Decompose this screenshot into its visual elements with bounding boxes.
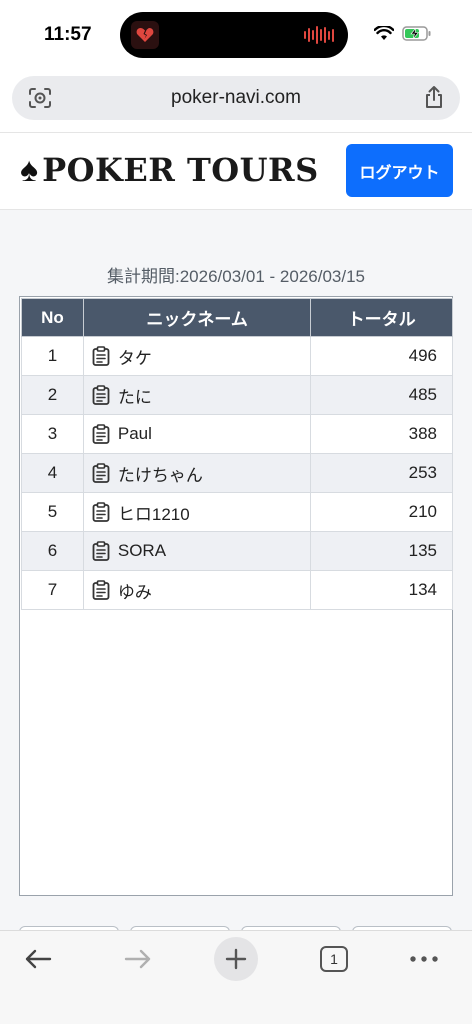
new-tab-button[interactable] — [214, 937, 258, 981]
status-icons — [374, 26, 432, 41]
table-row: 1 タケ 496 — [21, 336, 453, 376]
clipboard-icon[interactable] — [92, 385, 110, 405]
table-row: 5 ヒロ1210 210 — [21, 492, 453, 532]
ranking-table-body: 1 タケ 496 2 たに 485 3 Paul 388 4 たけちゃん 253 5 ヒロ1210 210 6… — [21, 336, 453, 610]
rank-number: 3 — [21, 414, 84, 454]
total-score: 210 — [310, 492, 453, 532]
nickname-cell: ゆみ — [82, 570, 312, 610]
browser-toolbar: 1 — [0, 930, 472, 1024]
more-icon — [410, 956, 438, 962]
nickname-text: タケ — [117, 348, 152, 368]
main-content: 集計期間:2026/03/01 - 2026/03/15 No ニックネーム ト… — [0, 210, 472, 940]
share-icon[interactable] — [424, 85, 444, 114]
nickname-cell: Paul — [82, 414, 312, 454]
nickname-text: たけちゃん — [117, 465, 203, 485]
logout-button[interactable]: ログアウト — [346, 144, 453, 197]
column-header-no[interactable]: No — [21, 298, 84, 337]
back-button[interactable] — [16, 937, 60, 981]
clipboard-icon[interactable] — [92, 463, 110, 483]
rank-number: 5 — [21, 492, 84, 532]
column-header-nickname[interactable]: ニックネーム — [82, 298, 312, 337]
arrow-right-icon — [124, 949, 151, 969]
total-score: 135 — [310, 531, 453, 571]
clipboard-icon[interactable] — [92, 502, 110, 522]
nickname-text: SORA — [117, 541, 167, 560]
rank-number: 6 — [21, 531, 84, 571]
nickname-text: ゆみ — [117, 582, 152, 602]
table-row: 3 Paul 388 — [21, 414, 453, 454]
forward-button[interactable] — [116, 937, 160, 981]
total-score: 496 — [310, 336, 453, 376]
table-row: 2 たに 485 — [21, 375, 453, 415]
clipboard-icon[interactable] — [92, 580, 110, 600]
site-logo[interactable]: ♠ POKER TOURS — [20, 151, 319, 189]
tab-count: 1 — [320, 946, 348, 972]
nickname-cell: たけちゃん — [82, 453, 312, 493]
table-row: 7 ゆみ 134 — [21, 570, 453, 610]
broken-heart-icon — [131, 21, 159, 49]
ranking-panel: No ニックネーム トータル 1 タケ 496 2 たに 485 3 Paul 388 4 たけちゃ… — [19, 296, 453, 896]
nickname-text: ヒロ1210 — [117, 504, 190, 524]
address-bar[interactable]: poker-navi.com — [12, 76, 460, 120]
table-header-row: No ニックネーム トータル — [21, 298, 453, 337]
rank-number: 2 — [21, 375, 84, 415]
nickname-cell: ヒロ1210 — [82, 492, 312, 532]
spade-icon: ♠ — [20, 151, 39, 189]
status-bar: 11:57 — [0, 0, 472, 70]
wifi-icon — [374, 26, 394, 40]
table-row: 4 たけちゃん 253 — [21, 453, 453, 493]
ranking-table: No ニックネーム トータル 1 タケ 496 2 たに 485 3 Paul 388 4 たけちゃ… — [21, 298, 453, 610]
site-header: ♠ POKER TOURS ログアウト — [0, 132, 472, 210]
clipboard-icon[interactable] — [92, 346, 110, 366]
nickname-cell: たに — [82, 375, 312, 415]
column-header-total[interactable]: トータル — [310, 298, 453, 337]
arrow-left-icon — [25, 949, 52, 969]
period-label: 集計期間:2026/03/01 - 2026/03/15 — [107, 267, 365, 286]
nickname-cell: SORA — [82, 531, 312, 571]
clipboard-icon[interactable] — [92, 541, 110, 561]
battery-charging-icon — [402, 26, 431, 41]
status-time: 11:57 — [44, 24, 92, 45]
url-text[interactable]: poker-navi.com — [12, 87, 460, 109]
table-row: 6 SORA 135 — [21, 531, 453, 571]
total-score: 253 — [310, 453, 453, 493]
nickname-cell: タケ — [82, 336, 312, 376]
total-score: 134 — [310, 570, 453, 610]
nickname-text: Paul — [117, 424, 152, 443]
plus-icon — [225, 948, 247, 970]
clipboard-icon[interactable] — [92, 424, 110, 444]
dynamic-island — [120, 12, 348, 58]
logo-text: POKER TOURS — [42, 151, 319, 189]
rank-number: 7 — [21, 570, 84, 610]
tabs-button[interactable]: 1 — [312, 937, 356, 981]
nickname-text: たに — [117, 387, 152, 407]
rank-number: 1 — [21, 336, 84, 376]
total-score: 485 — [310, 375, 453, 415]
rank-number: 4 — [21, 453, 84, 493]
more-button[interactable] — [402, 937, 446, 981]
audio-wave-icon — [304, 26, 334, 44]
total-score: 388 — [310, 414, 453, 454]
